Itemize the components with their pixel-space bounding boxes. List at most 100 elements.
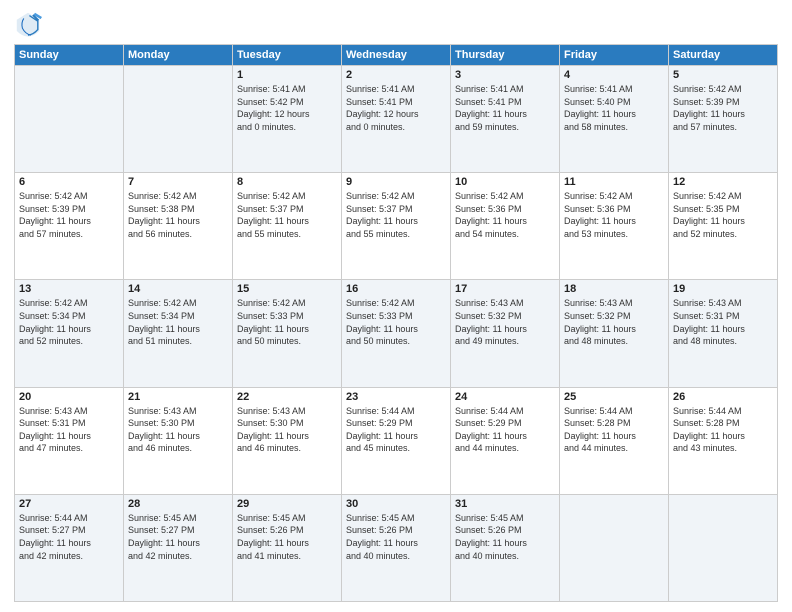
cell-3-7: 19Sunrise: 5:43 AM Sunset: 5:31 PM Dayli… [669, 280, 778, 387]
week-row-5: 27 Sunrise: 5:44 AM Sunset: 5:27 PM Dayli… [15, 494, 778, 601]
day-number: 16 [346, 283, 446, 295]
day-number: 6 [19, 176, 119, 188]
cell-1-7: 5 Sunrise: 5:42 AM Sunset: 5:39 PM Daylig… [669, 66, 778, 173]
cell-3-3: 15 Sunrise: 5:42 AM Sunset: 5:33 PM Dayli… [233, 280, 342, 387]
day-info: Sunrise: 5:41 AM Sunset: 5:41 PM Dayligh… [455, 83, 555, 133]
day-number: 5 [673, 69, 773, 81]
week-row-3: 13 Sunrise: 5:42 AM Sunset: 5:34 PM Dayli… [15, 280, 778, 387]
day-number: 7 [128, 176, 228, 188]
day-number: 14 [128, 283, 228, 295]
day-info: Sunrise: 5:42 AM Sunset: 5:35 PM Dayligh… [673, 190, 773, 240]
cell-1-4: 2 Sunrise: 5:41 AM Sunset: 5:41 PM Daylig… [342, 66, 451, 173]
day-number: 25 [564, 391, 664, 403]
day-info: Sunrise: 5:43 AM Sunset: 5:32 PM Dayligh… [564, 297, 664, 347]
cell-1-6: 4 Sunrise: 5:41 AM Sunset: 5:40 PM Daylig… [560, 66, 669, 173]
cell-1-5: 3 Sunrise: 5:41 AM Sunset: 5:41 PM Daylig… [451, 66, 560, 173]
week-row-2: 6 Sunrise: 5:42 AM Sunset: 5:39 PM Daylig… [15, 173, 778, 280]
cell-2-1: 6 Sunrise: 5:42 AM Sunset: 5:39 PM Daylig… [15, 173, 124, 280]
day-info: Sunrise: 5:43 AM Sunset: 5:31 PM Dayligh… [673, 297, 773, 347]
day-info: Sunrise: 5:44 AM Sunset: 5:28 PM Dayligh… [564, 405, 664, 455]
day-info: Sunrise: 5:42 AM Sunset: 5:33 PM Dayligh… [237, 297, 337, 347]
calendar-table: SundayMondayTuesdayWednesdayThursdayFrid… [14, 44, 778, 602]
cell-3-4: 16Sunrise: 5:42 AM Sunset: 5:33 PM Dayli… [342, 280, 451, 387]
col-header-friday: Friday [560, 45, 669, 66]
day-number: 30 [346, 498, 446, 510]
day-number: 3 [455, 69, 555, 81]
day-info: Sunrise: 5:45 AM Sunset: 5:26 PM Dayligh… [237, 512, 337, 562]
col-header-thursday: Thursday [451, 45, 560, 66]
cell-2-5: 10Sunrise: 5:42 AM Sunset: 5:36 PM Dayli… [451, 173, 560, 280]
cell-4-4: 23 Sunrise: 5:44 AM Sunset: 5:29 PM Dayli… [342, 387, 451, 494]
day-info: Sunrise: 5:41 AM Sunset: 5:40 PM Dayligh… [564, 83, 664, 133]
day-info: Sunrise: 5:42 AM Sunset: 5:34 PM Dayligh… [128, 297, 228, 347]
col-header-tuesday: Tuesday [233, 45, 342, 66]
day-number: 18 [564, 283, 664, 295]
cell-4-1: 20 Sunrise: 5:43 AM Sunset: 5:31 PM Dayli… [15, 387, 124, 494]
day-info: Sunrise: 5:42 AM Sunset: 5:39 PM Dayligh… [19, 190, 119, 240]
day-number: 10 [455, 176, 555, 188]
day-info: Sunrise: 5:44 AM Sunset: 5:27 PM Dayligh… [19, 512, 119, 562]
day-info: Sunrise: 5:43 AM Sunset: 5:30 PM Dayligh… [237, 405, 337, 455]
day-number: 13 [19, 283, 119, 295]
week-row-4: 20 Sunrise: 5:43 AM Sunset: 5:31 PM Dayli… [15, 387, 778, 494]
cell-1-2 [124, 66, 233, 173]
cell-4-5: 24 Sunrise: 5:44 AM Sunset: 5:29 PM Dayli… [451, 387, 560, 494]
cell-4-6: 25 Sunrise: 5:44 AM Sunset: 5:28 PM Dayli… [560, 387, 669, 494]
logo [14, 10, 46, 38]
col-header-wednesday: Wednesday [342, 45, 451, 66]
day-number: 27 [19, 498, 119, 510]
cell-3-5: 17 Sunrise: 5:43 AM Sunset: 5:32 PM Dayli… [451, 280, 560, 387]
day-number: 21 [128, 391, 228, 403]
cell-5-5: 31Sunrise: 5:45 AM Sunset: 5:26 PM Dayli… [451, 494, 560, 601]
cell-2-2: 7 Sunrise: 5:42 AM Sunset: 5:38 PM Daylig… [124, 173, 233, 280]
page: SundayMondayTuesdayWednesdayThursdayFrid… [0, 0, 792, 612]
col-header-sunday: Sunday [15, 45, 124, 66]
day-info: Sunrise: 5:44 AM Sunset: 5:29 PM Dayligh… [346, 405, 446, 455]
day-number: 4 [564, 69, 664, 81]
cell-4-3: 22 Sunrise: 5:43 AM Sunset: 5:30 PM Dayli… [233, 387, 342, 494]
cell-4-2: 21 Sunrise: 5:43 AM Sunset: 5:30 PM Dayli… [124, 387, 233, 494]
day-info: Sunrise: 5:43 AM Sunset: 5:32 PM Dayligh… [455, 297, 555, 347]
day-info: Sunrise: 5:41 AM Sunset: 5:42 PM Dayligh… [237, 83, 337, 133]
cell-4-7: 26Sunrise: 5:44 AM Sunset: 5:28 PM Dayli… [669, 387, 778, 494]
cell-5-2: 28Sunrise: 5:45 AM Sunset: 5:27 PM Dayli… [124, 494, 233, 601]
day-info: Sunrise: 5:42 AM Sunset: 5:37 PM Dayligh… [346, 190, 446, 240]
day-number: 24 [455, 391, 555, 403]
day-number: 29 [237, 498, 337, 510]
day-number: 20 [19, 391, 119, 403]
week-row-1: 1 Sunrise: 5:41 AM Sunset: 5:42 PM Daylig… [15, 66, 778, 173]
cell-3-1: 13 Sunrise: 5:42 AM Sunset: 5:34 PM Dayli… [15, 280, 124, 387]
day-number: 22 [237, 391, 337, 403]
day-info: Sunrise: 5:42 AM Sunset: 5:39 PM Dayligh… [673, 83, 773, 133]
cell-2-3: 8Sunrise: 5:42 AM Sunset: 5:37 PM Daylig… [233, 173, 342, 280]
day-number: 23 [346, 391, 446, 403]
cell-5-3: 29 Sunrise: 5:45 AM Sunset: 5:26 PM Dayli… [233, 494, 342, 601]
day-number: 8 [237, 176, 337, 188]
day-number: 26 [673, 391, 773, 403]
cell-5-1: 27 Sunrise: 5:44 AM Sunset: 5:27 PM Dayli… [15, 494, 124, 601]
day-info: Sunrise: 5:45 AM Sunset: 5:26 PM Dayligh… [346, 512, 446, 562]
day-number: 1 [237, 69, 337, 81]
day-info: Sunrise: 5:45 AM Sunset: 5:27 PM Dayligh… [128, 512, 228, 562]
day-info: Sunrise: 5:43 AM Sunset: 5:30 PM Dayligh… [128, 405, 228, 455]
day-info: Sunrise: 5:44 AM Sunset: 5:29 PM Dayligh… [455, 405, 555, 455]
day-info: Sunrise: 5:43 AM Sunset: 5:31 PM Dayligh… [19, 405, 119, 455]
day-number: 17 [455, 283, 555, 295]
day-number: 2 [346, 69, 446, 81]
logo-icon [14, 10, 42, 38]
cell-2-7: 12 Sunrise: 5:42 AM Sunset: 5:35 PM Dayli… [669, 173, 778, 280]
day-number: 31 [455, 498, 555, 510]
day-info: Sunrise: 5:41 AM Sunset: 5:41 PM Dayligh… [346, 83, 446, 133]
cell-1-1 [15, 66, 124, 173]
cell-2-4: 9Sunrise: 5:42 AM Sunset: 5:37 PM Daylig… [342, 173, 451, 280]
day-info: Sunrise: 5:42 AM Sunset: 5:36 PM Dayligh… [564, 190, 664, 240]
header-row: SundayMondayTuesdayWednesdayThursdayFrid… [15, 45, 778, 66]
day-number: 12 [673, 176, 773, 188]
day-info: Sunrise: 5:42 AM Sunset: 5:38 PM Dayligh… [128, 190, 228, 240]
day-info: Sunrise: 5:42 AM Sunset: 5:34 PM Dayligh… [19, 297, 119, 347]
cell-5-6 [560, 494, 669, 601]
day-number: 15 [237, 283, 337, 295]
col-header-saturday: Saturday [669, 45, 778, 66]
cell-5-4: 30 Sunrise: 5:45 AM Sunset: 5:26 PM Dayli… [342, 494, 451, 601]
cell-1-3: 1 Sunrise: 5:41 AM Sunset: 5:42 PM Daylig… [233, 66, 342, 173]
